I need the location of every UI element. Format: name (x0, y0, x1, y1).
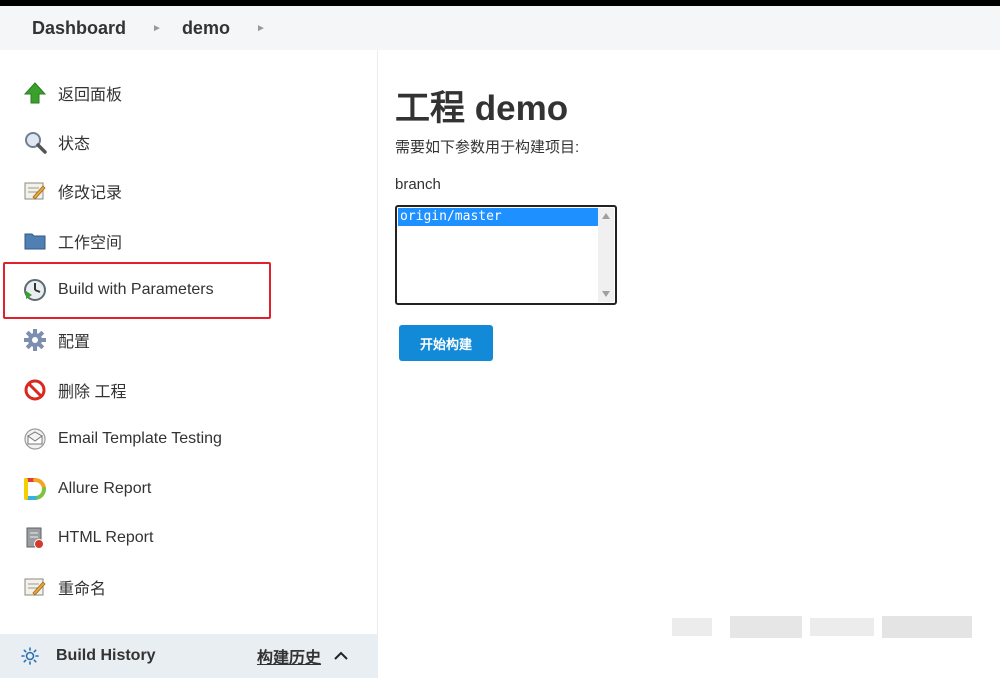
blurred-watermark (672, 612, 972, 642)
notepad-icon (22, 178, 48, 204)
breadcrumb-demo[interactable]: demo (182, 18, 230, 39)
branch-option-selected[interactable]: origin/master (398, 208, 599, 226)
up-arrow-icon (22, 80, 48, 106)
sidebar-item-label: HTML Report (58, 529, 154, 546)
no-entry-icon (22, 377, 48, 403)
sidebar-item-label: 修改记录 (58, 185, 123, 202)
sidebar-item-label: 删除 工程 (58, 384, 127, 401)
listbox-scrollbar[interactable] (598, 208, 614, 302)
chevron-right-icon[interactable]: ► (256, 23, 266, 34)
folder-icon (22, 228, 48, 254)
start-build-button[interactable]: 开始构建 (399, 325, 493, 361)
highlight-box (3, 262, 271, 319)
sidebar-item-configure[interactable]: 配置 (22, 325, 90, 355)
page-title: 工程 demo (395, 89, 569, 128)
sidebar-item-html-report[interactable]: HTML Report (22, 523, 153, 553)
build-history-header[interactable]: Build History 构建历史 (0, 634, 378, 678)
magnifier-icon (22, 129, 48, 155)
branch-select[interactable]: origin/master (395, 205, 617, 305)
sidebar-item-email-template-testing[interactable]: Email Template Testing (22, 424, 222, 454)
sidebar-item-label: Email Template Testing (58, 430, 222, 447)
allure-logo-icon (22, 476, 48, 502)
sidebar-item-label: Allure Report (58, 480, 152, 497)
sidebar-item-workspace[interactable]: 工作空间 (22, 226, 122, 256)
sidebar-item-status[interactable]: 状态 (22, 127, 90, 157)
scroll-down-icon[interactable] (598, 286, 614, 302)
sidebar-item-label: 状态 (58, 136, 91, 153)
sidebar-item-changes[interactable]: 修改记录 (22, 176, 122, 206)
sidebar-item-label: 配置 (58, 334, 91, 351)
parameter-name-label: branch (395, 176, 441, 193)
build-history-title: Build History (56, 647, 156, 664)
sidebar-item-label: 返回面板 (58, 87, 123, 104)
sidebar-item-label: 重命名 (58, 581, 107, 598)
sidebar-item-allure-report[interactable]: Allure Report (22, 474, 151, 504)
breadcrumb-dashboard[interactable]: Dashboard (32, 18, 126, 39)
chevron-up-icon[interactable] (333, 648, 349, 664)
gear-icon (22, 327, 48, 353)
main-content: 工程 demo 需要如下参数用于构建项目: branch origin/mast… (395, 50, 985, 610)
rename-icon (22, 574, 48, 600)
sidebar-item-rename[interactable]: 重命名 (22, 572, 106, 602)
sun-icon (20, 646, 40, 666)
breadcrumb: Dashboard ► demo ► (0, 6, 1000, 50)
html-report-icon (22, 525, 48, 551)
sidebar-item-delete-project[interactable]: 删除 工程 (22, 375, 126, 405)
parameters-description: 需要如下参数用于构建项目: (395, 139, 580, 156)
sidebar-item-back-to-dashboard[interactable]: 返回面板 (22, 78, 122, 108)
sidebar-item-label: 工作空间 (58, 235, 123, 252)
sidebar: 返回面板 状态 修改记录 工作空间 Build with Parameters … (0, 50, 378, 678)
scroll-up-icon[interactable] (598, 208, 614, 224)
envelope-icon (22, 426, 48, 452)
chevron-right-icon[interactable]: ► (152, 23, 162, 34)
build-history-trend-link[interactable]: 构建历史 (257, 644, 321, 668)
